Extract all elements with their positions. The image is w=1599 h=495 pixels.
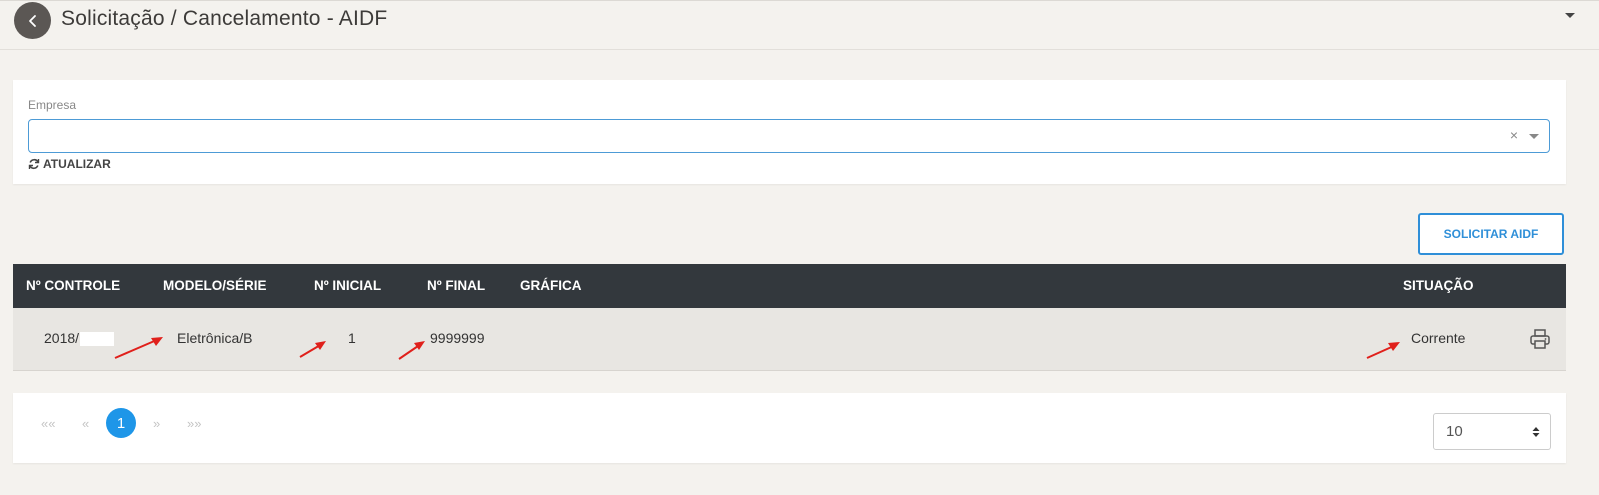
- page-size-value: 10: [1446, 423, 1463, 440]
- page-size-select[interactable]: 10: [1433, 413, 1551, 450]
- redacted-block: [80, 332, 115, 347]
- annotation-arrow: [114, 337, 163, 359]
- chevron-left-icon: [28, 14, 36, 27]
- solicitar-aidf-button[interactable]: SOLICITAR AIDF: [1418, 213, 1564, 255]
- page-title: Solicitação / Cancelamento - AIDF: [61, 7, 388, 30]
- cell-final: 9999999: [430, 330, 485, 346]
- cell-inicial: 1: [348, 330, 356, 346]
- aidf-table: Nº CONTROLE MODELO/SÉRIE Nº INICIAL Nº F…: [13, 264, 1566, 371]
- clear-icon[interactable]: ×: [1510, 127, 1518, 143]
- annotation-arrow: [299, 341, 326, 358]
- filter-panel: Empresa × ATUALIZAR: [13, 80, 1566, 184]
- last-page-button[interactable]: »»: [187, 416, 201, 431]
- first-page-button[interactable]: ««: [41, 416, 55, 431]
- prev-page-button[interactable]: «: [82, 416, 89, 431]
- next-page-button[interactable]: »: [153, 416, 160, 431]
- header-final[interactable]: Nº FINAL: [427, 278, 485, 293]
- header-modelo[interactable]: MODELO/SÉRIE: [163, 278, 267, 293]
- refresh-label: ATUALIZAR: [43, 157, 111, 171]
- annotation-arrow: [1366, 342, 1400, 359]
- header-grafica[interactable]: GRÁFICA: [520, 278, 582, 293]
- refresh-icon: [28, 158, 40, 170]
- back-button[interactable]: [14, 2, 51, 39]
- caret-down-icon[interactable]: [1565, 13, 1575, 18]
- table-row[interactable]: 2018/ Eletrônica/B 1 9999999 Corrente: [13, 308, 1566, 371]
- cell-controle: 2018/: [44, 330, 115, 347]
- refresh-button[interactable]: ATUALIZAR: [28, 157, 111, 171]
- empresa-select[interactable]: ×: [28, 119, 1550, 153]
- header-inicial[interactable]: Nº INICIAL: [314, 278, 381, 293]
- printer-icon[interactable]: [1529, 328, 1551, 353]
- caret-down-icon[interactable]: [1529, 134, 1539, 139]
- empresa-label: Empresa: [28, 98, 77, 112]
- table-header: Nº CONTROLE MODELO/SÉRIE Nº INICIAL Nº F…: [13, 264, 1566, 308]
- sort-arrows-icon: [1532, 427, 1540, 437]
- cell-modelo: Eletrônica/B: [177, 330, 253, 346]
- page-header: Solicitação / Cancelamento - AIDF: [0, 0, 1599, 50]
- annotation-arrow: [398, 341, 425, 360]
- cell-situacao: Corrente: [1411, 330, 1466, 346]
- header-situacao[interactable]: SITUAÇÃO: [1403, 278, 1474, 293]
- current-page-button[interactable]: 1: [106, 408, 136, 438]
- header-controle[interactable]: Nº CONTROLE: [26, 278, 120, 293]
- pagination-panel: «« « 1 » »» 10: [13, 393, 1566, 463]
